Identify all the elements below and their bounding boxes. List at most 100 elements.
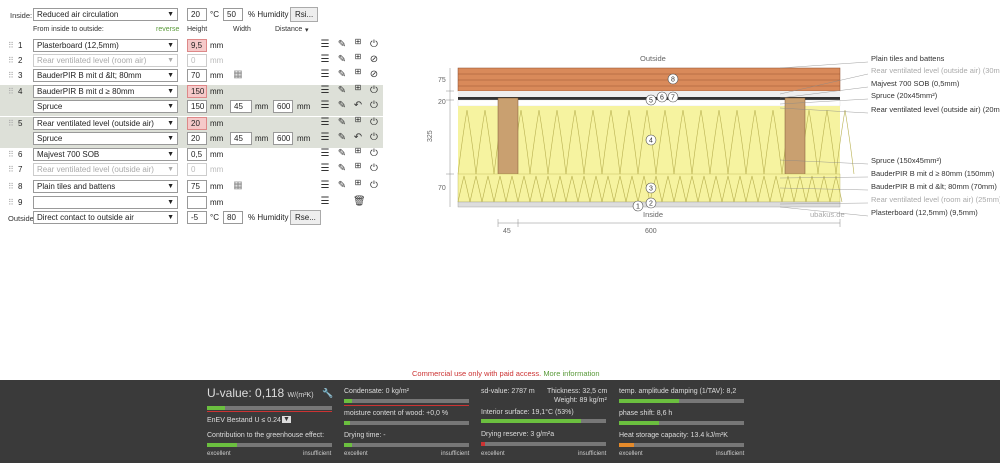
layer-number: 6 [18, 150, 23, 159]
layer-material-select[interactable]: Rear ventilated level (outside air) ▼ [33, 117, 178, 130]
sublayer-material-select[interactable]: Spruce ▼ [33, 132, 178, 145]
sublayer-height-input[interactable]: 150 [187, 100, 207, 113]
texture-icon[interactable]: ▦ [233, 181, 243, 191]
power-icon[interactable]: ⏻ [369, 181, 379, 191]
power-icon[interactable]: ⏻ [369, 133, 379, 143]
menu-icon[interactable]: ☰ [320, 133, 330, 143]
drag-handle-icon[interactable]: ⠿ [8, 180, 14, 193]
menu-icon[interactable]: ☰ [320, 86, 330, 96]
layer-height-input[interactable]: 0 [187, 54, 207, 67]
edit-pencil-icon[interactable]: ✎ [337, 40, 347, 50]
sublayer-width-unit: mm [255, 102, 269, 111]
scale-excellent: excellent [481, 451, 505, 457]
add-layer-icon[interactable]: ⊞ [353, 52, 363, 62]
layer-height-input[interactable]: 20 [187, 117, 207, 130]
rsi-button[interactable]: Rsi... [290, 7, 319, 22]
add-layer-icon[interactable]: ⊞ [353, 37, 363, 47]
layer-height-input[interactable] [187, 196, 207, 209]
layer-material-select[interactable]: Rear ventilated level (outside air) ▼ [33, 163, 178, 176]
menu-icon[interactable]: ☰ [320, 40, 330, 50]
layer-material-select[interactable]: BauderPIR B mit d ≥ 80mm ▼ [33, 85, 178, 98]
inside-humidity-input[interactable]: 50 [223, 8, 243, 21]
outside-humidity-input[interactable]: 80 [223, 211, 243, 224]
edit-pencil-icon[interactable]: ✎ [337, 164, 347, 174]
ban-icon[interactable]: ⊘ [369, 55, 379, 65]
drag-handle-icon[interactable]: ⠿ [8, 69, 14, 82]
enev-dropdown-icon[interactable]: ▼ [282, 416, 291, 423]
layer-material-select[interactable]: ▼ [33, 196, 178, 209]
power-icon[interactable]: ⏻ [369, 86, 379, 96]
layer-height-input[interactable]: 0 [187, 163, 207, 176]
outside-temp-input[interactable]: -5 [187, 211, 207, 224]
inside-temp-input[interactable]: 20 [187, 8, 207, 21]
texture-icon[interactable]: ▦ [233, 70, 243, 80]
sublayer-distance-input[interactable]: 600 [273, 100, 293, 113]
trash-icon[interactable]: 🗑 [353, 197, 366, 207]
layer-height-input[interactable]: 70 [187, 69, 207, 82]
menu-icon[interactable]: ☰ [320, 55, 330, 65]
menu-icon[interactable]: ☰ [320, 197, 330, 207]
layer-height-input[interactable]: 150 [187, 85, 207, 98]
more-info-link[interactable]: More information [543, 369, 599, 378]
drag-handle-icon[interactable]: ⠿ [8, 39, 14, 52]
add-layer-icon[interactable]: ⊞ [353, 83, 363, 93]
drag-handle-icon[interactable]: ⠿ [8, 117, 14, 130]
layer-height-input[interactable]: 0,5 [187, 148, 207, 161]
power-icon[interactable]: ⏻ [369, 164, 379, 174]
undo-arrow-icon[interactable]: ↶ [353, 133, 363, 143]
edit-pencil-icon[interactable]: ✎ [337, 70, 347, 80]
add-layer-icon[interactable]: ⊞ [353, 146, 363, 156]
edit-pencil-icon[interactable]: ✎ [337, 133, 347, 143]
outside-mode-select[interactable]: Direct contact to outside air ▼ [33, 211, 178, 224]
add-layer-icon[interactable]: ⊞ [353, 161, 363, 171]
ban-icon[interactable]: ⊘ [369, 70, 379, 80]
sublayer-height-input[interactable]: 20 [187, 132, 207, 145]
edit-pencil-icon[interactable]: ✎ [337, 118, 347, 128]
legend-leader-line [779, 206, 869, 217]
menu-icon[interactable]: ☰ [320, 70, 330, 80]
power-icon[interactable]: ⏻ [369, 40, 379, 50]
add-layer-icon[interactable]: ⊞ [353, 115, 363, 125]
layer-material-select[interactable]: Plain tiles and battens ▼ [33, 180, 178, 193]
reverse-link[interactable]: reverse [156, 26, 179, 33]
sublayer-distance-input[interactable]: 600 [273, 132, 293, 145]
rse-button[interactable]: Rse... [290, 210, 321, 225]
inside-mode-select[interactable]: Reduced air circulation ▼ [33, 8, 178, 21]
layer-material-name: Plasterboard (12,5mm) [37, 41, 119, 50]
add-layer-icon[interactable]: ⊞ [353, 67, 363, 77]
menu-icon[interactable]: ☰ [320, 164, 330, 174]
power-icon[interactable]: ⏻ [369, 149, 379, 159]
menu-icon[interactable]: ☰ [320, 149, 330, 159]
chevron-down-icon: ▼ [167, 151, 174, 158]
interior-surface-label: Interior surface: 19,1°C (53%) [481, 409, 574, 416]
layer-material-select[interactable]: Rear ventilated level (room air) ▼ [33, 54, 178, 67]
layer-material-select[interactable]: BauderPIR B mit d &lt; 80mm ▼ [33, 69, 178, 82]
undo-arrow-icon[interactable]: ↶ [353, 101, 363, 111]
layer-height-input[interactable]: 75 [187, 180, 207, 193]
sublayer-width-input[interactable]: 45 [230, 132, 252, 145]
header-distance[interactable]: Distance [275, 26, 302, 33]
drag-handle-icon[interactable]: ⠿ [8, 85, 14, 98]
layer-material-select[interactable]: Plasterboard (12,5mm) ▼ [33, 39, 178, 52]
wrench-icon[interactable]: 🔧 [322, 388, 333, 399]
add-layer-icon[interactable]: ⊞ [353, 178, 363, 188]
drag-handle-icon[interactable]: ⠿ [8, 54, 14, 67]
legend-item: Rear ventilated level (room air) (25mm) [871, 195, 1000, 204]
drag-handle-icon[interactable]: ⠿ [8, 163, 14, 176]
power-icon[interactable]: ⏻ [369, 118, 379, 128]
edit-pencil-icon[interactable]: ✎ [337, 86, 347, 96]
menu-icon[interactable]: ☰ [320, 118, 330, 128]
layer-material-select[interactable]: Majvest 700 SOB ▼ [33, 148, 178, 161]
drag-handle-icon[interactable]: ⠿ [8, 148, 14, 161]
sublayer-width-input[interactable]: 45 [230, 100, 252, 113]
edit-pencil-icon[interactable]: ✎ [337, 101, 347, 111]
power-icon[interactable]: ⏻ [369, 101, 379, 111]
sublayer-material-select[interactable]: Spruce ▼ [33, 100, 178, 113]
menu-icon[interactable]: ☰ [320, 181, 330, 191]
edit-pencil-icon[interactable]: ✎ [337, 55, 347, 65]
edit-pencil-icon[interactable]: ✎ [337, 149, 347, 159]
layer-height-input[interactable]: 9,5 [187, 39, 207, 52]
edit-pencil-icon[interactable]: ✎ [337, 181, 347, 191]
menu-icon[interactable]: ☰ [320, 101, 330, 111]
drag-handle-icon[interactable]: ⠿ [8, 196, 14, 209]
